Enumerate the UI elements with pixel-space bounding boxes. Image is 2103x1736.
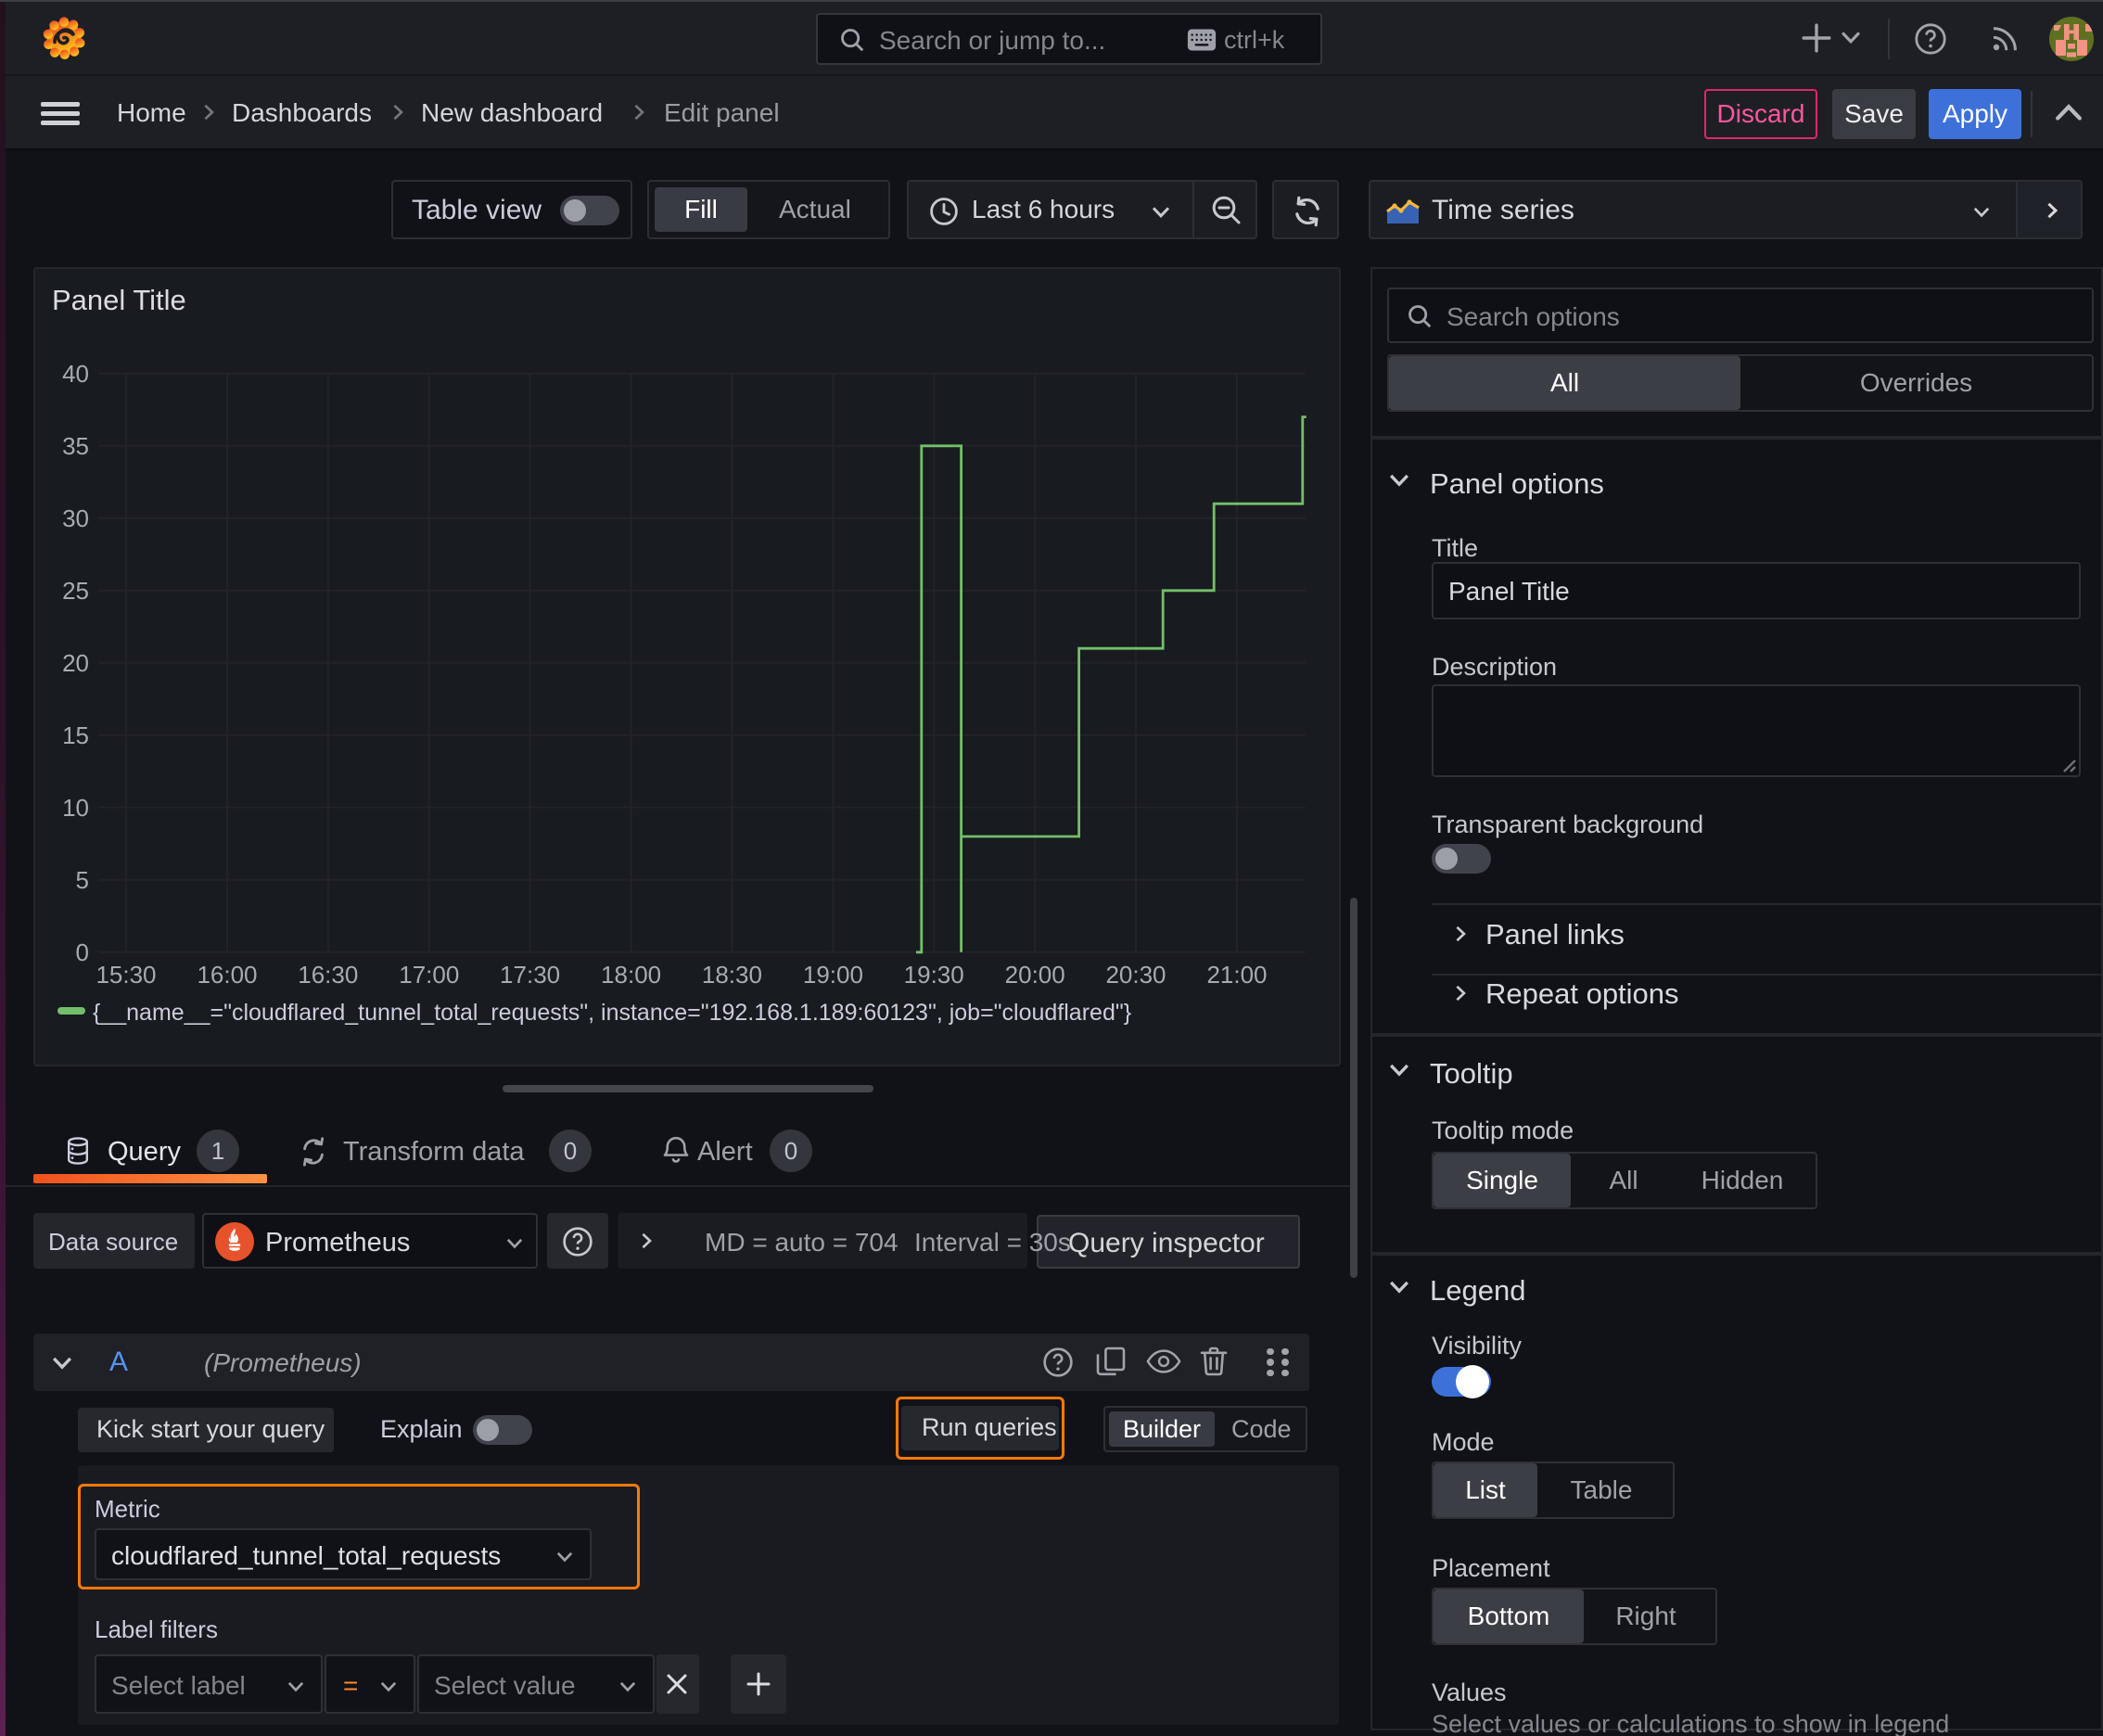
svg-text:{__name__="cloudflared_tunnel_: {__name__="cloudflared_tunnel_total_requ… — [93, 1000, 1131, 1026]
svg-text:10: 10 — [62, 794, 89, 822]
svg-text:19:30: 19:30 — [904, 961, 964, 989]
svg-text:25: 25 — [62, 577, 89, 605]
svg-text:21:00: 21:00 — [1206, 961, 1267, 989]
svg-text:17:00: 17:00 — [399, 961, 459, 989]
svg-text:15: 15 — [62, 721, 89, 749]
svg-text:19:00: 19:00 — [803, 961, 863, 989]
svg-text:20: 20 — [62, 649, 89, 677]
svg-text:5: 5 — [76, 866, 89, 894]
svg-text:40: 40 — [62, 360, 89, 388]
svg-text:15:30: 15:30 — [96, 961, 156, 989]
svg-text:30: 30 — [62, 504, 89, 532]
svg-text:16:30: 16:30 — [298, 961, 358, 989]
svg-text:18:00: 18:00 — [601, 961, 661, 989]
svg-text:16:00: 16:00 — [197, 961, 257, 989]
svg-text:35: 35 — [62, 432, 89, 460]
svg-text:17:30: 17:30 — [500, 961, 560, 989]
svg-text:20:00: 20:00 — [1005, 961, 1065, 989]
svg-text:0: 0 — [76, 938, 89, 966]
svg-text:18:30: 18:30 — [702, 961, 762, 989]
svg-text:20:30: 20:30 — [1105, 961, 1166, 989]
